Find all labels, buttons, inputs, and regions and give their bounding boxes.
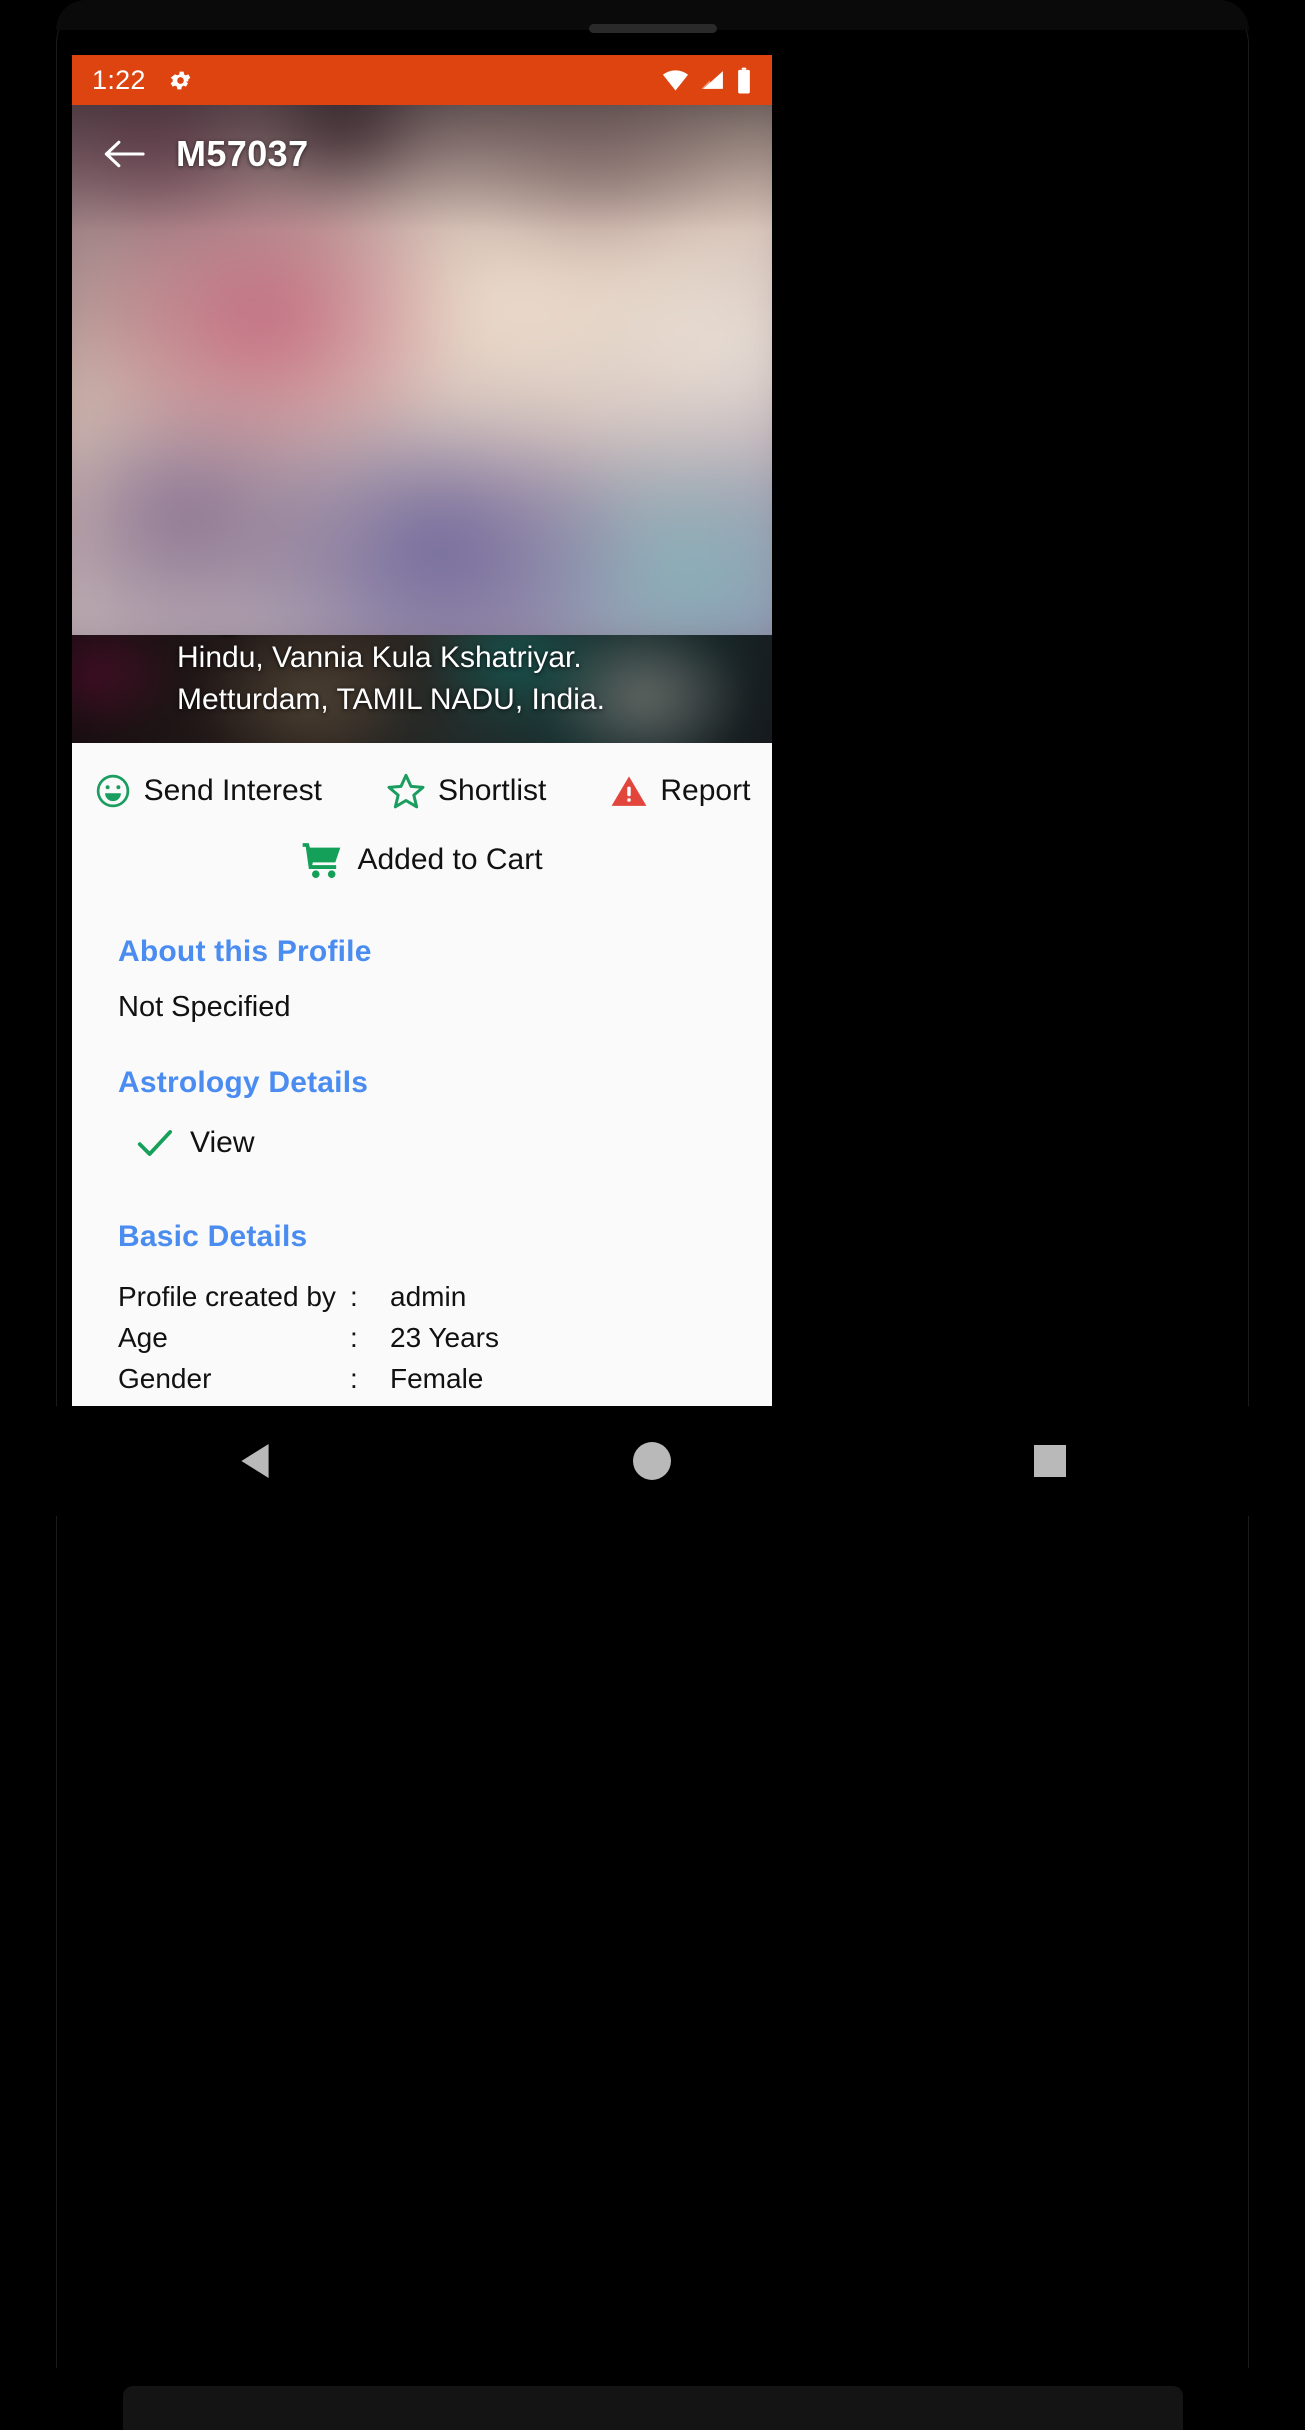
table-row: Height : 5 Ft 2 In (118, 1399, 772, 1406)
send-interest-button[interactable]: Send Interest (94, 772, 322, 810)
nav-back-button[interactable] (195, 1421, 315, 1501)
overlay-text-block: அனுசுயா 3 -- 23 Years Hindu, Vannia Kula… (72, 635, 772, 721)
status-bar: 1:22 (72, 55, 772, 105)
star-outline-icon (386, 771, 426, 811)
nav-home-button[interactable] (592, 1421, 712, 1501)
astrology-section: Astrology Details View (72, 1066, 772, 1160)
action-row: Send Interest Shortlist Report (72, 743, 772, 811)
detail-colon: : (350, 1281, 358, 1312)
astrology-section-title: Astrology Details (118, 1066, 369, 1099)
table-row: Profile created by : admin (118, 1276, 772, 1317)
nav-recents-button[interactable] (990, 1421, 1110, 1501)
report-button[interactable]: Report (610, 772, 750, 810)
table-row: Gender : Female (118, 1358, 772, 1399)
detail-label: Profile created by (118, 1281, 336, 1312)
android-navigation-bar (56, 1406, 1249, 1516)
wifi-icon (662, 69, 689, 91)
page-title: M57037 (176, 133, 309, 174)
about-section: About this Profile Not Specified (72, 935, 772, 1024)
basic-details-table: Profile created by : admin Age : 23 Year… (118, 1276, 772, 1406)
profile-location: Metturdam, TAMIL NADU, India. (177, 683, 605, 716)
about-section-body: Not Specified (118, 991, 291, 1023)
status-bar-right (662, 67, 752, 94)
added-to-cart-label: Added to Cart (357, 843, 543, 876)
report-label: Report (660, 774, 751, 807)
nav-home-circle-icon (633, 1442, 672, 1480)
profile-name-overlay: அனுசுயா 3 -- 23 Years Hindu, Vannia Kula… (72, 635, 772, 743)
table-row: Age : 23 Years (118, 1317, 772, 1358)
detail-value: 23 Years (390, 1322, 499, 1353)
detail-value: 5 Ft 2 In (390, 1399, 493, 1406)
astrology-view-button[interactable]: View (118, 1126, 772, 1160)
phone-screen: 1:22 M57037 Hindu, Vannia Kula Kshatriya… (72, 55, 772, 1406)
shortlist-button[interactable]: Shortlist (386, 771, 546, 811)
detail-value: Female (390, 1363, 484, 1394)
screenshot-root: 1:22 M57037 Hindu, Vannia Kula Kshatriya… (0, 0, 1305, 2430)
profile-photo-hero: M57037 (72, 105, 772, 635)
back-arrow-icon[interactable] (102, 137, 146, 171)
device-bottom-inner (122, 2386, 1183, 2430)
shopping-cart-icon (301, 841, 343, 879)
smiley-face-icon (94, 772, 132, 810)
nav-back-triangle-icon (238, 1442, 272, 1480)
detail-label: Height (118, 1399, 350, 1406)
status-bar-clock: 1:22 (92, 64, 146, 95)
detail-colon: : (350, 1363, 358, 1394)
send-interest-label: Send Interest (143, 774, 323, 807)
detail-colon: : (350, 1399, 390, 1406)
about-section-title: About this Profile (118, 935, 372, 968)
battery-icon (736, 67, 752, 94)
detail-value: admin (390, 1281, 467, 1312)
added-to-cart-button[interactable]: Added to Cart (72, 811, 772, 879)
profile-community: Hindu, Vannia Kula Kshatriyar. (177, 641, 582, 674)
cellular-signal-icon (700, 69, 725, 91)
nav-recents-square-icon (1034, 1445, 1067, 1477)
shortlist-label: Shortlist (438, 774, 547, 807)
detail-colon: : (350, 1322, 358, 1353)
earpiece-speaker-grill (588, 24, 717, 33)
status-bar-left: 1:22 (92, 65, 193, 96)
app-bar: M57037 (72, 105, 772, 203)
gear-icon (168, 68, 193, 93)
detail-label: Age (118, 1322, 168, 1353)
basic-details-section: Basic Details Profile created by : admin… (72, 1220, 772, 1406)
detail-label: Gender (118, 1363, 212, 1394)
green-check-icon (136, 1127, 174, 1159)
device-bottom-strip (56, 2368, 1249, 2430)
profile-content: Send Interest Shortlist Report Added to … (72, 743, 772, 1406)
astrology-view-label: View (190, 1126, 255, 1159)
warning-triangle-icon (610, 772, 648, 810)
basic-details-title: Basic Details (118, 1220, 308, 1253)
